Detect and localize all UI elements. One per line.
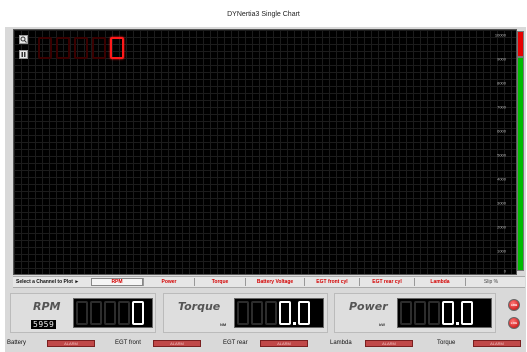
y-tick-label: 2000: [497, 224, 506, 230]
y-tick-label: 4000: [497, 176, 506, 182]
y-tick-label: 9000: [497, 56, 506, 62]
rpm-gauge: RPM 5959: [10, 293, 156, 333]
power-unit: kW: [379, 322, 385, 327]
window-title: DYNertia3 Single Chart: [0, 0, 527, 30]
led-digit-2: [56, 37, 70, 59]
y-tick-label: 8000: [497, 80, 506, 86]
status-alarm-egt-front: ALARM: [153, 340, 201, 347]
power-gauge: Power kW: [334, 293, 496, 333]
decimal-point: [456, 322, 459, 325]
seg-digit: [279, 301, 291, 325]
y-tick-label: 3000: [497, 200, 506, 206]
seg-digit: [118, 301, 130, 325]
y-tick-label: 1000: [497, 248, 506, 254]
status-label-torque: Torque: [437, 340, 456, 346]
seg-digit: [265, 301, 277, 325]
status-label-egt-rear: EGT rear: [223, 340, 248, 346]
y-tick-label: 5000: [497, 152, 506, 158]
channel-selector: Select a Channel to Plot ► RPM Power Tor…: [13, 276, 525, 288]
pause-icon[interactable]: [19, 50, 28, 59]
channel-prompt: Select a Channel to Plot ►: [16, 279, 80, 285]
seg-digit: [251, 301, 263, 325]
seg-digit: [414, 301, 426, 325]
status-alarm-egt-rear: ALARM: [260, 340, 308, 347]
led-digit-4: [92, 37, 106, 59]
rpm-gauge-title: RPM: [33, 300, 61, 313]
status-alarm-battery: ALARM: [47, 340, 95, 347]
rpm-display: [73, 298, 153, 328]
torque-gauge-title: Torque: [178, 300, 221, 313]
torque-gauge: Torque NM: [163, 293, 328, 333]
seg-digit: [461, 301, 473, 325]
seg-digit: [104, 301, 116, 325]
arb-button[interactable]: ARB: [508, 299, 520, 311]
seg-digit: [76, 301, 88, 325]
channel-egt-front[interactable]: EGT front cyl: [305, 278, 359, 286]
app-body: 10000 9000 8000 7000 6000 5000 4000 3000…: [5, 27, 526, 352]
log-button[interactable]: LOG: [508, 317, 520, 329]
led-digit-3: [74, 37, 88, 59]
y-tick-label: 6000: [497, 128, 506, 134]
status-label-lambda: Lambda: [330, 340, 352, 346]
status-label-battery: Battery: [7, 340, 27, 346]
status-label-egt-front: EGT front: [115, 340, 141, 346]
zoom-icon[interactable]: [19, 35, 28, 44]
y-tick-label: 10000: [494, 32, 506, 38]
alarm-status-bar: Battery ALARM EGT front ALARM EGT rear A…: [5, 337, 526, 351]
led-digit-1: [38, 37, 52, 59]
chart-plot-area: 10000 9000 8000 7000 6000 5000 4000 3000…: [13, 29, 517, 275]
channel-slip[interactable]: Slip %: [466, 278, 516, 286]
power-display: [397, 298, 492, 328]
led-digit-5: [110, 37, 124, 59]
gauge-panel: RPM 5959 Torque NM Power kW ARB LOG: [10, 293, 524, 336]
y-axis-scale: 10000 9000 8000 7000 6000 5000 4000 3000…: [494, 32, 506, 274]
rpm-sub-readout: 5959: [31, 320, 57, 329]
torque-unit: NM: [220, 322, 227, 327]
seg-digit: [428, 301, 440, 325]
rpm-limit-bar: [517, 31, 524, 57]
channel-power[interactable]: Power: [144, 278, 194, 286]
y-tick-label: 7000: [497, 104, 506, 110]
channel-egt-rear[interactable]: EGT rear cyl: [360, 278, 414, 286]
seg-digit: [298, 301, 310, 325]
status-alarm-lambda: ALARM: [365, 340, 413, 347]
seg-digit: [400, 301, 412, 325]
channel-torque[interactable]: Torque: [195, 278, 245, 286]
channel-lambda[interactable]: Lambda: [415, 278, 465, 286]
seg-digit: [237, 301, 249, 325]
seg-digit: [442, 301, 454, 325]
channel-rpm[interactable]: RPM: [91, 278, 143, 286]
seg-digit: [132, 301, 144, 325]
torque-display: [234, 298, 324, 328]
y-tick-label: 0: [503, 268, 506, 274]
channel-battery-voltage[interactable]: Battery Voltage: [246, 278, 304, 286]
status-alarm-torque: ALARM: [473, 340, 521, 347]
rpm-level-bar: [517, 57, 524, 271]
decimal-point: [293, 322, 296, 325]
seg-digit: [90, 301, 102, 325]
power-gauge-title: Power: [349, 300, 388, 313]
